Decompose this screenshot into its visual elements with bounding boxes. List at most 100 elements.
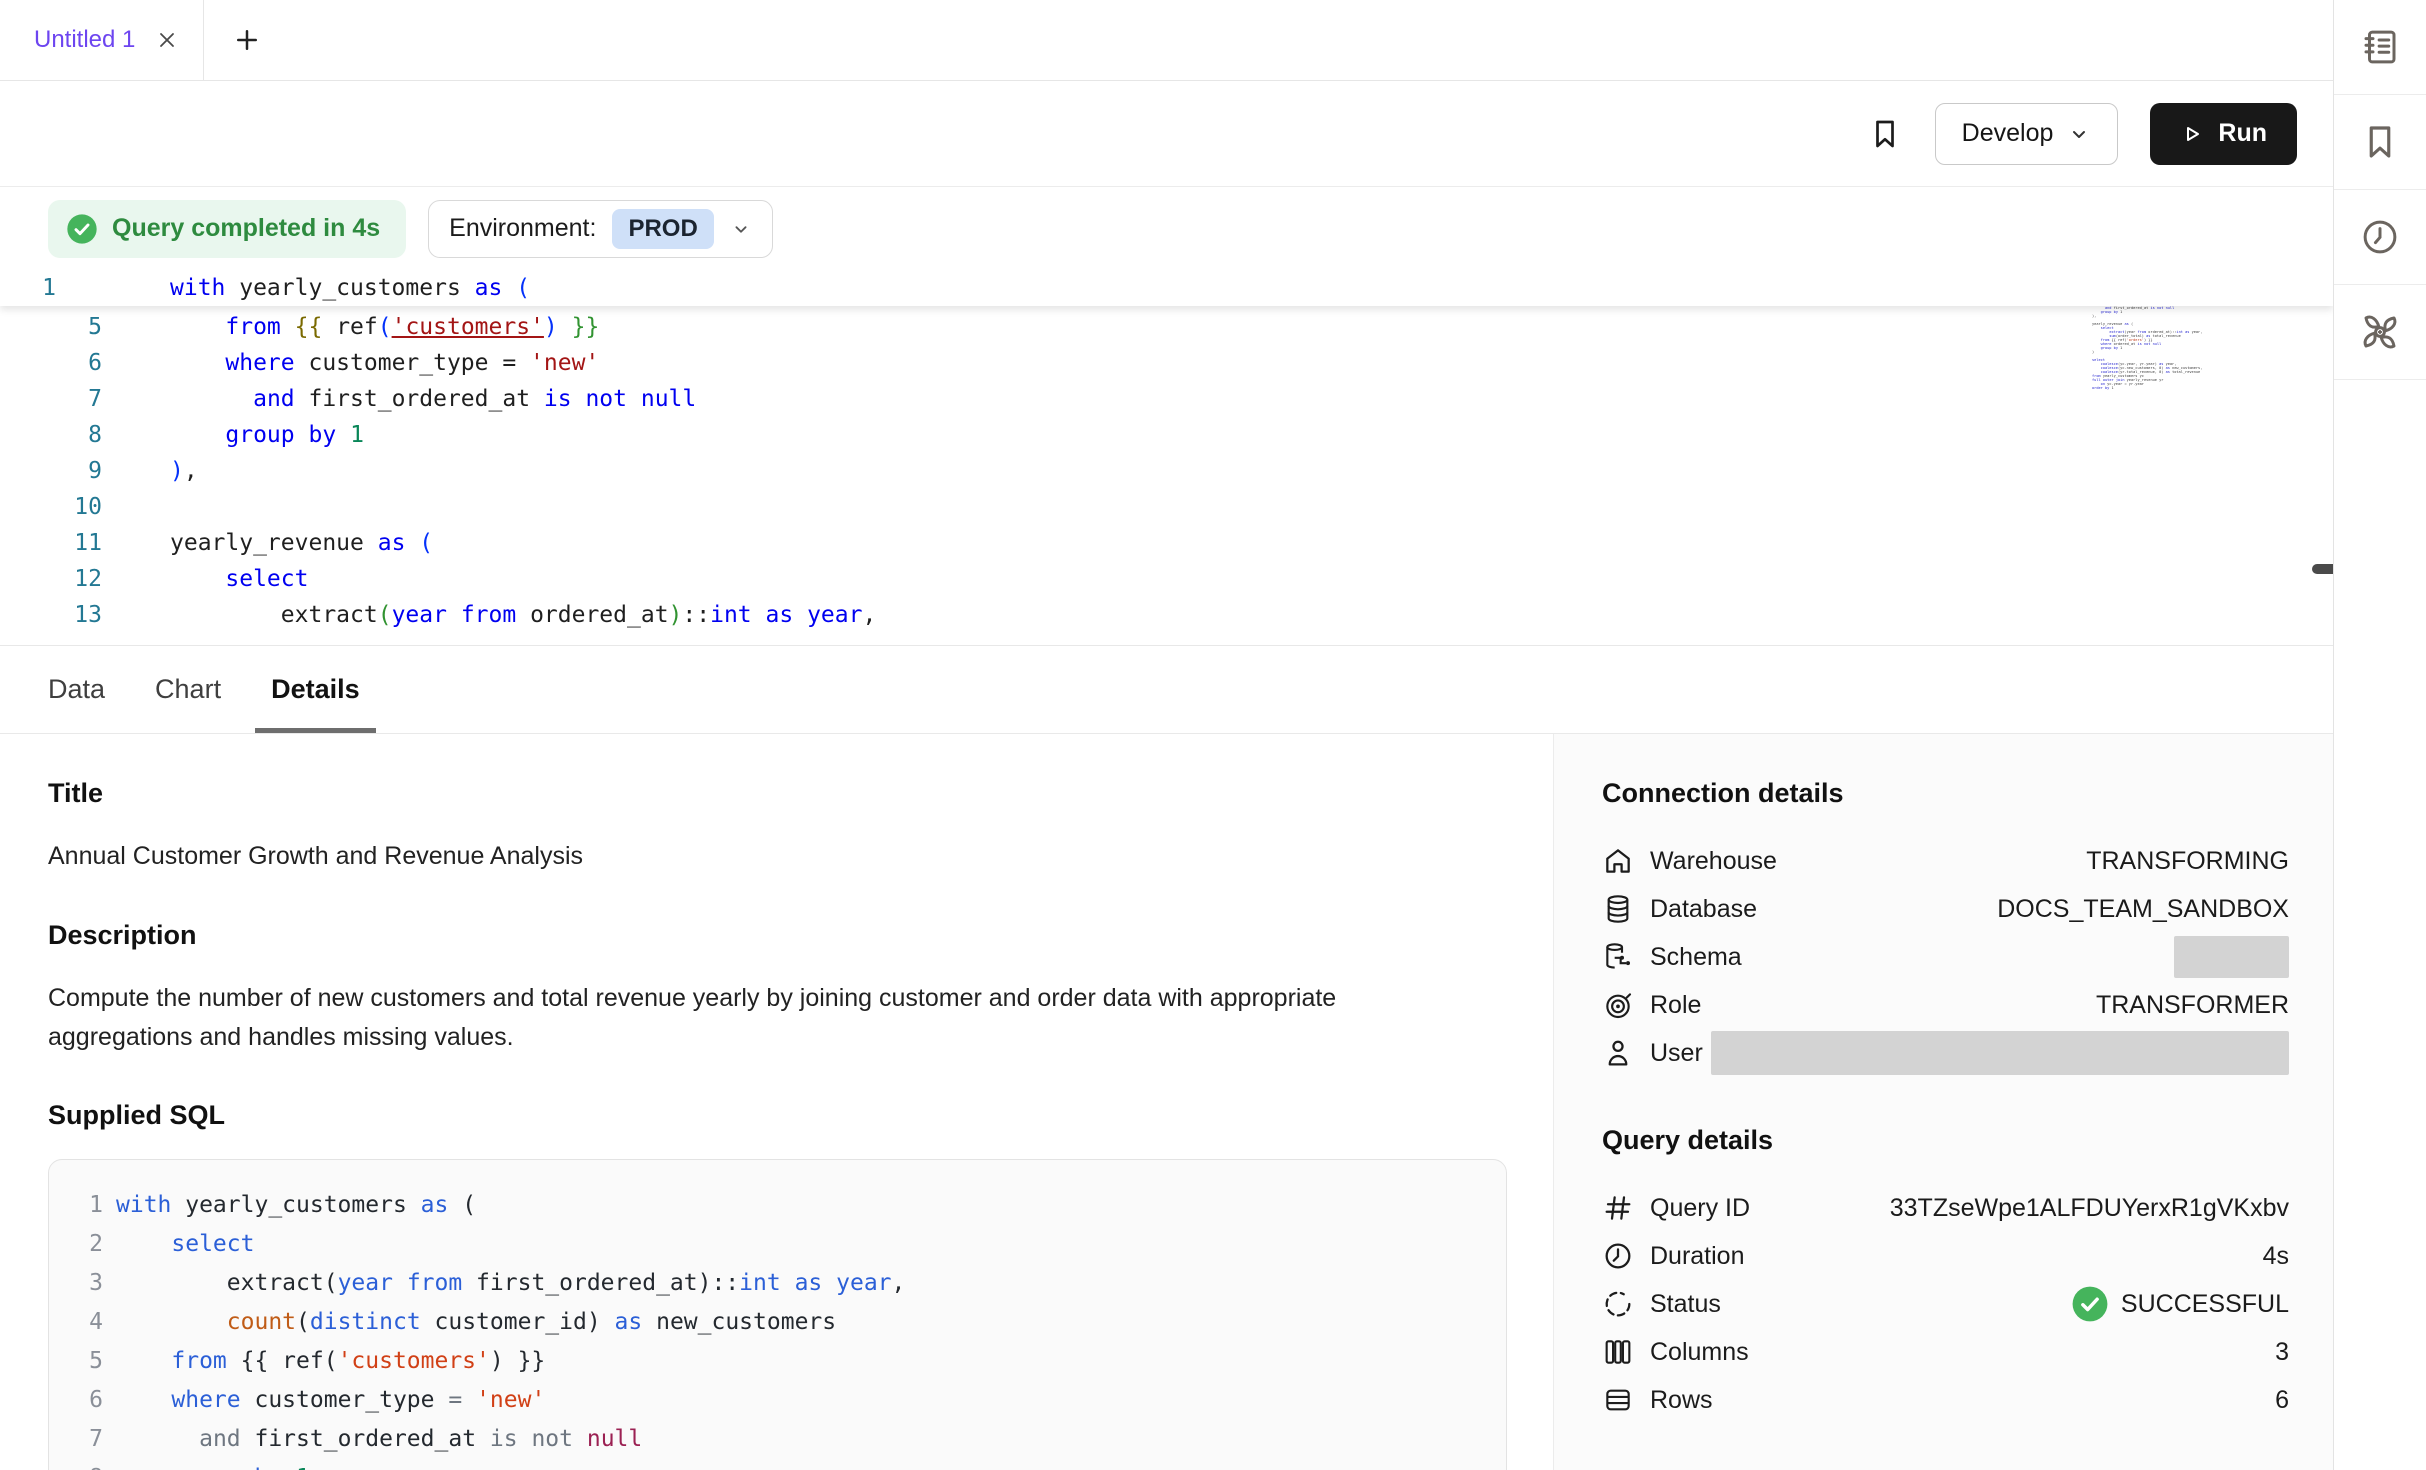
detail-label: Role [1650,991,1701,1020]
role-icon [1602,989,1634,1021]
environment-selector[interactable]: Environment: PROD [428,200,773,258]
line-number: 11 [0,525,110,561]
detail-label: Schema [1650,943,1742,972]
line-number: 8 [0,417,110,453]
line-number: 1 [67,1186,103,1225]
run-label: Run [2218,119,2267,148]
code-text: extract(year from first_ordered_at)::int… [116,1264,905,1303]
detail-value: TRANSFORMER [2096,991,2289,1020]
tab-details[interactable]: Details [255,646,376,733]
code-line: 4 count(distinct customer_id) as new_cus… [67,1303,1506,1342]
code-text: and first_ordered_at is not null [116,1420,642,1459]
rail-button-bookmarks[interactable] [2334,95,2426,190]
rows-icon [1602,1384,1634,1416]
code-text: with yearly_customers as ( [116,1186,476,1225]
line-number: 6 [0,345,110,381]
redacted-value [2174,936,2289,978]
code-text: yearly_revenue as ( [110,525,433,561]
detail-value: 6 [2275,1386,2289,1415]
rail-button-notebook[interactable] [2334,0,2426,95]
line-number: 10 [0,489,110,525]
line-number: 13 [0,597,110,633]
tab-data[interactable]: Data [32,646,121,733]
check-circle-icon [66,213,98,245]
code-line: 2 select [67,1225,1506,1264]
environment-value-chip: PROD [612,209,713,249]
detail-row-columns: Columns 3 [1602,1328,2289,1376]
toolbar: Develop Run [0,81,2333,187]
code-text: group by 1 [116,1459,310,1470]
detail-value: DOCS_TEAM_SANDBOX [1997,895,2289,924]
code-editor[interactable]: 1with yearly_customers as (5 from {{ ref… [0,270,2333,646]
detail-value: SUCCESSFUL [2121,1290,2289,1319]
detail-row-database: Database DOCS_TEAM_SANDBOX [1602,885,2289,933]
details-right-column: Connection details WarehouseTRANSFORMING… [1553,734,2333,1470]
code-line: 11yearly_revenue as ( [0,525,2333,561]
bookmark-icon[interactable] [1867,116,1903,152]
query-status-pill: Query completed in 4s [48,200,406,258]
right-icon-rail [2333,0,2426,1470]
run-button[interactable]: Run [2150,103,2297,165]
code-line: 7 and first_ordered_at is not null [67,1420,1506,1459]
detail-label: Rows [1650,1386,1713,1415]
rail-button-history[interactable] [2334,190,2426,285]
tab-untitled-1[interactable]: Untitled 1 [0,0,204,80]
code-line: 1 with yearly_customers as ( [67,1186,1506,1225]
line-number: 7 [67,1420,103,1459]
line-number: 3 [67,1264,103,1303]
spinner-icon [1602,1288,1634,1320]
code-line: 5 from {{ ref('customers') }} [67,1342,1506,1381]
detail-label: Columns [1650,1338,1749,1367]
line-number: 8 [67,1459,103,1470]
detail-label: Duration [1650,1242,1745,1271]
warehouse-icon [1602,845,1634,877]
detail-label: Database [1650,895,1757,924]
tab-label: Untitled 1 [34,26,135,54]
code-line: 5 from {{ ref('customers') }} [0,309,2333,345]
code-text: extract(year from ordered_at)::int as ye… [110,597,876,633]
code-line: 7 and first_ordered_at is not null [0,381,2333,417]
query-details-list: Query ID33TZseWpe1ALFDUYerxR1gVKxbvDurat… [1602,1184,2289,1424]
line-number: 5 [67,1342,103,1381]
rail-button-app-logo[interactable] [2334,285,2426,380]
develop-dropdown[interactable]: Develop [1935,103,2119,165]
detail-row-role: Role TRANSFORMER [1602,981,2289,1029]
query-title: Annual Customer Growth and Revenue Analy… [48,837,1448,876]
code-text: ), [110,453,198,489]
plus-icon [232,25,262,55]
redacted-value [1711,1031,2289,1075]
chevron-down-icon [730,218,752,240]
connection-details-header: Connection details [1602,778,2289,809]
code-text: group by 1 [110,417,364,453]
connection-details-list: WarehouseTRANSFORMINGDatabaseDOCS_TEAM_S… [1602,837,2289,1077]
editor-lines: 1with yearly_customers as (5 from {{ ref… [0,270,2333,633]
code-text: where customer_type = 'new' [110,345,599,381]
details-pane: Title Annual Customer Growth and Revenue… [0,734,2333,1470]
close-icon[interactable] [155,28,179,52]
new-tab-button[interactable] [204,0,290,80]
bookmark-icon [2359,121,2401,163]
user-icon [1602,1037,1634,1069]
code-text: count(distinct customer_id) as new_custo… [116,1303,836,1342]
detail-label: User [1650,1039,1703,1068]
detail-row-user: User [1602,1029,2289,1077]
code-line: 6 where customer_type = 'new' [67,1381,1506,1420]
play-icon [2180,122,2204,146]
develop-label: Develop [1962,119,2054,148]
supplied-sql-block: 1 with yearly_customers as (2 select3 ext… [48,1159,1507,1470]
line-number: 12 [0,561,110,597]
detail-value: 33TZseWpe1ALFDUYerxR1gVKxbv [1890,1194,2289,1223]
code-line: 8 group by 1 [0,417,2333,453]
line-number: 9 [0,453,110,489]
detail-value: 3 [2275,1338,2289,1367]
supplied-sql-header: Supplied SQL [48,1100,1553,1131]
code-line: 3 extract(year from first_ordered_at)::i… [67,1264,1506,1303]
code-text: select [110,561,308,597]
tab-chart[interactable]: Chart [139,646,237,733]
schema-icon [1602,941,1634,973]
editor-scrollbar-thumb[interactable] [2312,564,2333,574]
details-left-column: Title Annual Customer Growth and Revenue… [0,734,1553,1470]
line-number: 1 [0,270,64,306]
duration-icon [1602,1240,1634,1272]
environment-label: Environment: [449,214,596,243]
